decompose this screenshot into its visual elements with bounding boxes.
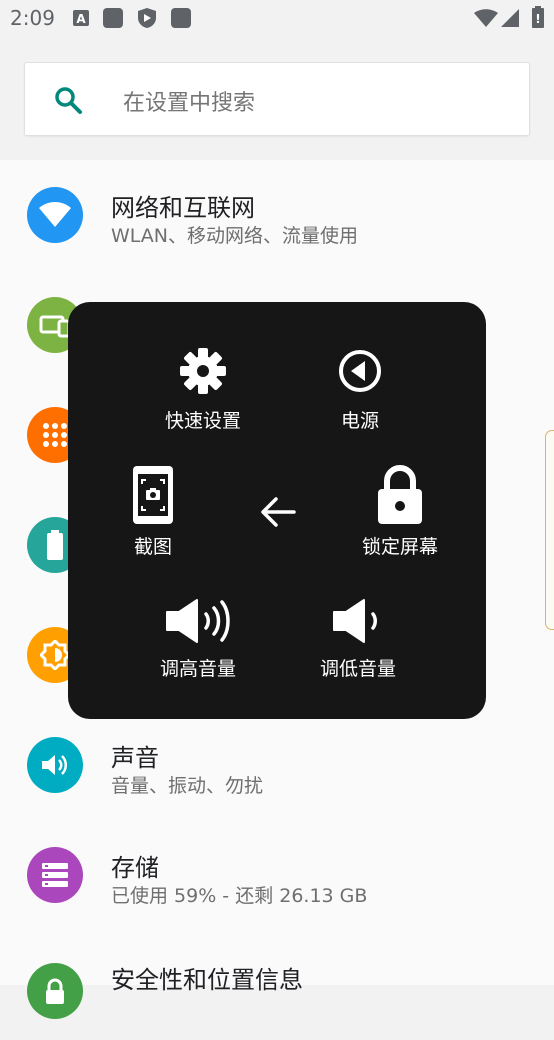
settings-item-title: 网络和互联网	[111, 194, 255, 222]
battery-icon: !	[532, 6, 544, 28]
power-label: 电源	[340, 410, 379, 432]
volume-icon	[27, 737, 83, 793]
volume-up-button[interactable]: 调高音量	[146, 596, 250, 681]
screenshot-icon	[133, 466, 173, 524]
power-button[interactable]: 电源	[305, 346, 415, 433]
settings-item-storage[interactable]: 存储 已使用 59% - 还剩 26.13 GB	[0, 820, 554, 930]
power-icon	[339, 350, 381, 392]
settings-item-subtitle: 音量、振动、勿扰	[111, 775, 264, 797]
accessibility-menu: 快速设置 电源 截图 锁定屏幕 调高音量 调低音量	[68, 302, 486, 719]
volume-up-label: 调高音量	[159, 658, 236, 680]
wifi-icon	[474, 9, 498, 27]
arrow-left-icon	[261, 497, 296, 527]
settings-item-title: 安全性和位置信息	[111, 966, 303, 994]
settings-item-sound[interactable]: 声音 音量、振动、勿扰	[0, 710, 554, 820]
back-button[interactable]	[256, 492, 300, 536]
volume-down-label: 调低音量	[319, 658, 396, 680]
settings-item-title: 声音	[111, 744, 159, 772]
quick-settings-label: 快速设置	[164, 410, 241, 432]
a-icon: A	[73, 10, 89, 26]
settings-item-title: 存储	[111, 854, 159, 882]
screenshot-button[interactable]: 截图	[118, 464, 188, 559]
volume-down-icon	[333, 599, 377, 643]
volume-down-button[interactable]: 调低音量	[308, 596, 408, 681]
shield-icon	[138, 8, 156, 28]
lock-icon	[27, 963, 83, 1019]
lock-screen-button[interactable]: 锁定屏幕	[350, 464, 450, 559]
svg-text:!: !	[535, 12, 540, 26]
square-icon	[171, 8, 191, 28]
square-icon	[103, 8, 123, 28]
settings-item-subtitle: WLAN、移动网络、流量使用	[111, 225, 359, 247]
wifi-icon	[27, 187, 83, 243]
lock-screen-label: 锁定屏幕	[361, 536, 438, 558]
gear-icon	[180, 348, 226, 394]
settings-item-security[interactable]: 安全性和位置信息	[0, 930, 554, 1040]
status-bar: 2:09 A !	[0, 0, 554, 36]
search-bar[interactable]: 在设置中搜索	[24, 62, 530, 136]
search-placeholder: 在设置中搜索	[123, 91, 256, 116]
lock-icon	[378, 465, 422, 524]
settings-item-subtitle: 已使用 59% - 还剩 26.13 GB	[111, 885, 368, 907]
search-area: 在设置中搜索	[0, 36, 554, 158]
scroll-handle[interactable]	[545, 430, 554, 630]
search-icon	[55, 87, 82, 114]
storage-icon	[27, 847, 83, 903]
screenshot-label: 截图	[133, 536, 172, 558]
status-time: 2:09	[10, 6, 55, 30]
settings-item-network[interactable]: 网络和互联网 WLAN、移动网络、流量使用	[0, 160, 554, 270]
volume-up-icon	[166, 599, 230, 643]
quick-settings-button[interactable]: 快速设置	[140, 346, 266, 433]
svg-text:A: A	[76, 12, 86, 26]
signal-icon	[501, 9, 519, 27]
